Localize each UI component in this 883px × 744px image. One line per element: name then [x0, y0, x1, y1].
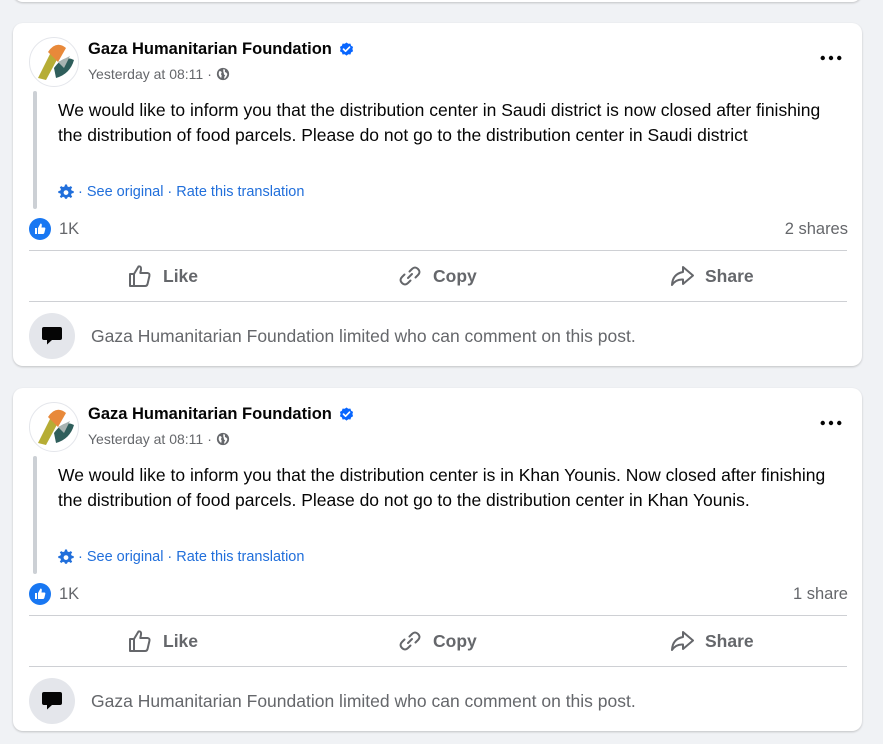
like-reaction-icon: [29, 583, 51, 605]
comment-restriction-notice: Gaza Humanitarian Foundation limited who…: [29, 678, 636, 724]
link-icon: [399, 266, 421, 286]
post-text: We would like to inform you that the dis…: [58, 100, 821, 145]
copy-label: Copy: [433, 265, 477, 286]
copy-button[interactable]: Copy: [397, 618, 477, 664]
reaction-summary[interactable]: 1K: [29, 218, 79, 240]
avatar[interactable]: [29, 37, 79, 87]
share-count[interactable]: 1 share: [793, 585, 848, 604]
verified-badge-icon: [339, 407, 353, 421]
share-count[interactable]: 2 shares: [785, 220, 848, 239]
post-card: Gaza Humanitarian Foundation Yesterday a…: [13, 388, 862, 731]
foundation-logo-icon: [38, 44, 74, 80]
gear-icon: [58, 184, 74, 199]
divider: [29, 250, 847, 251]
like-reaction-icon: [29, 218, 51, 240]
comment-icon-circle: [29, 678, 75, 724]
like-button[interactable]: Like: [127, 253, 198, 299]
globe-icon[interactable]: [216, 432, 230, 446]
avatar[interactable]: [29, 402, 79, 452]
meta-separator: ·: [207, 431, 212, 447]
see-original-link[interactable]: See original: [87, 184, 164, 200]
post-timestamp[interactable]: Yesterday at 08:11: [88, 431, 203, 447]
post-text: We would like to inform you that the dis…: [58, 465, 826, 510]
comment-bubble-icon: [42, 327, 62, 345]
post-card: Gaza Humanitarian Foundation Yesterday a…: [13, 23, 862, 366]
comment-restriction-notice: Gaza Humanitarian Foundation limited who…: [29, 313, 636, 359]
like-label: Like: [163, 265, 199, 286]
comment-icon-circle: [29, 313, 75, 359]
more-options-icon: [820, 420, 842, 426]
reaction-count[interactable]: 1K: [59, 585, 79, 604]
comment-restriction-text: Gaza Humanitarian Foundation limited who…: [91, 690, 636, 711]
more-options-button[interactable]: [818, 48, 844, 68]
share-button[interactable]: Share: [669, 253, 754, 299]
reaction-count[interactable]: 1K: [59, 220, 79, 239]
rate-translation-link[interactable]: Rate this translation: [176, 549, 304, 565]
share-button[interactable]: Share: [669, 618, 754, 664]
comment-bubble-icon: [42, 692, 62, 710]
thumbs-up-icon: [129, 630, 151, 652]
author-name[interactable]: Gaza Humanitarian Foundation: [88, 405, 354, 424]
post-meta: Yesterday at 08:11 ·: [88, 431, 230, 447]
reaction-summary[interactable]: 1K: [29, 583, 79, 605]
like-button[interactable]: Like: [127, 618, 198, 664]
translation-separator: ·: [167, 549, 173, 565]
more-options-icon: [820, 55, 842, 61]
post-actions: Like Copy Share: [29, 253, 847, 299]
post-meta: Yesterday at 08:11 ·: [88, 66, 230, 82]
post-timestamp[interactable]: Yesterday at 08:11: [88, 66, 203, 82]
comment-restriction-text: Gaza Humanitarian Foundation limited who…: [91, 325, 636, 346]
translation-separator: ·: [78, 549, 83, 565]
translation-separator: ·: [167, 184, 173, 200]
link-icon: [399, 631, 421, 651]
author-name-text[interactable]: Gaza Humanitarian Foundation: [88, 40, 332, 59]
divider: [29, 666, 847, 667]
divider: [29, 301, 847, 302]
verified-badge-icon: [339, 42, 353, 56]
more-options-button[interactable]: [818, 413, 844, 433]
translation-separator: ·: [78, 184, 83, 200]
translation-quote-bar: [33, 91, 37, 209]
see-original-link[interactable]: See original: [87, 549, 164, 565]
translation-links: · See original · Rate this translation: [58, 549, 304, 565]
translation-links: · See original · Rate this translation: [58, 184, 304, 200]
globe-icon[interactable]: [216, 67, 230, 81]
copy-label: Copy: [433, 630, 477, 651]
translation-quote-bar: [33, 456, 37, 574]
share-label: Share: [705, 630, 754, 651]
author-name-text[interactable]: Gaza Humanitarian Foundation: [88, 405, 332, 424]
like-label: Like: [163, 630, 199, 651]
share-arrow-icon: [671, 266, 694, 286]
share-arrow-icon: [671, 631, 694, 651]
divider: [29, 615, 847, 616]
previous-post-card-edge: [13, 0, 862, 2]
gear-icon: [58, 549, 74, 564]
meta-separator: ·: [207, 66, 212, 82]
thumbs-up-icon: [129, 265, 151, 287]
post-actions: Like Copy Share: [29, 618, 847, 664]
share-label: Share: [705, 265, 754, 286]
copy-button[interactable]: Copy: [397, 253, 477, 299]
foundation-logo-icon: [38, 409, 74, 445]
rate-translation-link[interactable]: Rate this translation: [176, 184, 304, 200]
author-name[interactable]: Gaza Humanitarian Foundation: [88, 40, 354, 59]
